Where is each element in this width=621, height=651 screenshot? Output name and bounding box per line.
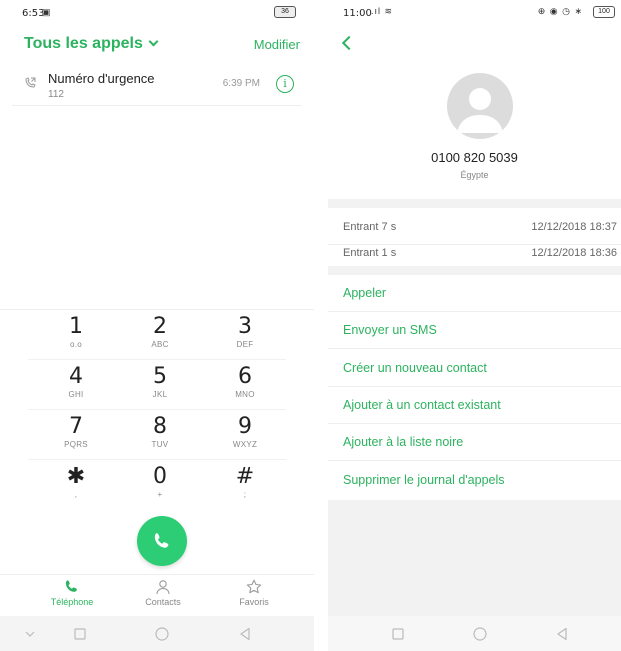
- back-icon[interactable]: [554, 626, 570, 642]
- send-sms-button[interactable]: Envoyer un SMS: [328, 312, 621, 349]
- dialpad-key-2[interactable]: 2 ABC: [130, 314, 190, 350]
- dialpad-key-6[interactable]: 6 MNO: [215, 364, 275, 400]
- call-history-type: Entrant 1 s: [343, 247, 397, 259]
- tab-contacts[interactable]: Contacts: [128, 579, 198, 607]
- chevron-down-icon: [148, 36, 159, 47]
- star-icon: [246, 579, 262, 594]
- dialpad-key-8[interactable]: 8 TUV: [130, 414, 190, 450]
- dialpad: 1 ᴏ.ᴏ 2 ABC 3 DEF 4 GHI 5 JKL 6 MNO 7 PQRS 8 TUV…: [0, 309, 314, 510]
- call-log-item[interactable]: Numéro d'urgence 112 6:39 PM i: [12, 64, 302, 106]
- call-log-time: 6:39 PM: [222, 78, 260, 89]
- tab-telephone[interactable]: Téléphone: [37, 579, 107, 607]
- notification-icon: ▣: [42, 7, 52, 17]
- tab-label: Contacts: [145, 597, 181, 607]
- call-details-screen: 11:00 .ıl ≋ ⊕ ◉ ◷ ∗ 100 0100 820 5039 Ég…: [328, 0, 621, 651]
- add-to-contact-button[interactable]: Ajouter à un contact existant: [328, 387, 621, 424]
- dialpad-key-1[interactable]: 1 ᴏ.ᴏ: [46, 314, 106, 350]
- signal-wifi-icon: .ıl ≋: [371, 6, 394, 16]
- call-filter-label: Tous les appels: [24, 35, 143, 52]
- tab-label: Favoris: [239, 597, 269, 607]
- status-bar: 11:00 .ıl ≋ ⊕ ◉ ◷ ∗ 100: [328, 0, 621, 28]
- info-icon[interactable]: i: [276, 75, 294, 93]
- section-divider: [328, 199, 621, 208]
- call-action-button[interactable]: Appeler: [328, 275, 621, 312]
- call-button[interactable]: [137, 516, 187, 566]
- outgoing-call-icon: [25, 77, 36, 88]
- dialpad-row: ✱, 0 + #;: [28, 460, 286, 510]
- call-log-number: 112: [48, 89, 64, 100]
- system-nav-bar: [0, 616, 314, 651]
- contact-number: 0100 820 5039: [431, 150, 518, 165]
- call-log-name: Numéro d'urgence: [48, 71, 155, 86]
- edit-button[interactable]: Modifier: [254, 37, 300, 52]
- home-icon[interactable]: [472, 626, 488, 642]
- create-contact-button[interactable]: Créer un nouveau contact: [328, 350, 621, 387]
- call-history-date: 12/12/2018 18:36: [531, 247, 617, 259]
- dialpad-key-0[interactable]: 0 +: [130, 464, 190, 500]
- dialpad-row: 4 GHI 5 JKL 6 MNO: [28, 360, 286, 410]
- system-nav-bar: [328, 616, 621, 651]
- status-icons: ⊕ ◉ ◷ ∗: [537, 6, 583, 16]
- dialpad-key-hash[interactable]: #;: [215, 464, 275, 500]
- dialpad-key-9[interactable]: 9 WXYZ: [215, 414, 275, 450]
- battery-icon: 36: [274, 6, 296, 18]
- recent-apps-icon[interactable]: [390, 626, 406, 642]
- person-icon: [156, 580, 170, 595]
- delete-call-log-button[interactable]: Supprimer le journal d'appels: [328, 462, 621, 499]
- recent-apps-icon[interactable]: [72, 626, 88, 642]
- home-icon[interactable]: [154, 626, 170, 642]
- dialer-screen: 6:53 ▣ 36 Tous les appels Modifier Numér…: [0, 0, 314, 651]
- back-arrow-icon[interactable]: [341, 35, 357, 51]
- voicemail-icon: ᴏ.ᴏ: [69, 340, 83, 349]
- chevron-down-icon[interactable]: [22, 626, 38, 642]
- call-filter-dropdown[interactable]: Tous les appels: [24, 35, 159, 53]
- person-icon: [457, 88, 503, 133]
- phone-icon: [65, 580, 77, 592]
- status-bar: 6:53 ▣ 36: [0, 0, 314, 28]
- tab-label: Téléphone: [50, 597, 94, 607]
- dialpad-key-5[interactable]: 5 JKL: [130, 364, 190, 400]
- phone-icon: [154, 533, 169, 548]
- avatar: [447, 73, 513, 139]
- bottom-tab-bar: Téléphone Contacts Favoris: [0, 574, 314, 616]
- dialpad-key-star[interactable]: ✱,: [46, 464, 106, 500]
- contact-country: Égypte: [460, 170, 489, 180]
- dialpad-key-3[interactable]: 3 DEF: [215, 314, 275, 350]
- tab-favoris[interactable]: Favoris: [219, 579, 289, 607]
- call-history-date: 12/12/2018 18:37: [531, 221, 617, 233]
- empty-area: [328, 500, 621, 616]
- add-to-blacklist-button[interactable]: Ajouter à la liste noire: [328, 424, 621, 461]
- dialpad-row: 1 ᴏ.ᴏ 2 ABC 3 DEF: [28, 310, 286, 360]
- back-icon[interactable]: [237, 626, 253, 642]
- section-divider: [328, 266, 621, 275]
- call-history-type: Entrant 7 s: [343, 221, 397, 233]
- battery-icon: 100: [593, 6, 615, 18]
- dialpad-row: 7 PQRS 8 TUV 9 WXYZ: [28, 410, 286, 460]
- dialpad-key-7[interactable]: 7 PQRS: [46, 414, 106, 450]
- status-time: 11:00: [343, 8, 372, 19]
- dialpad-key-4[interactable]: 4 GHI: [46, 364, 106, 400]
